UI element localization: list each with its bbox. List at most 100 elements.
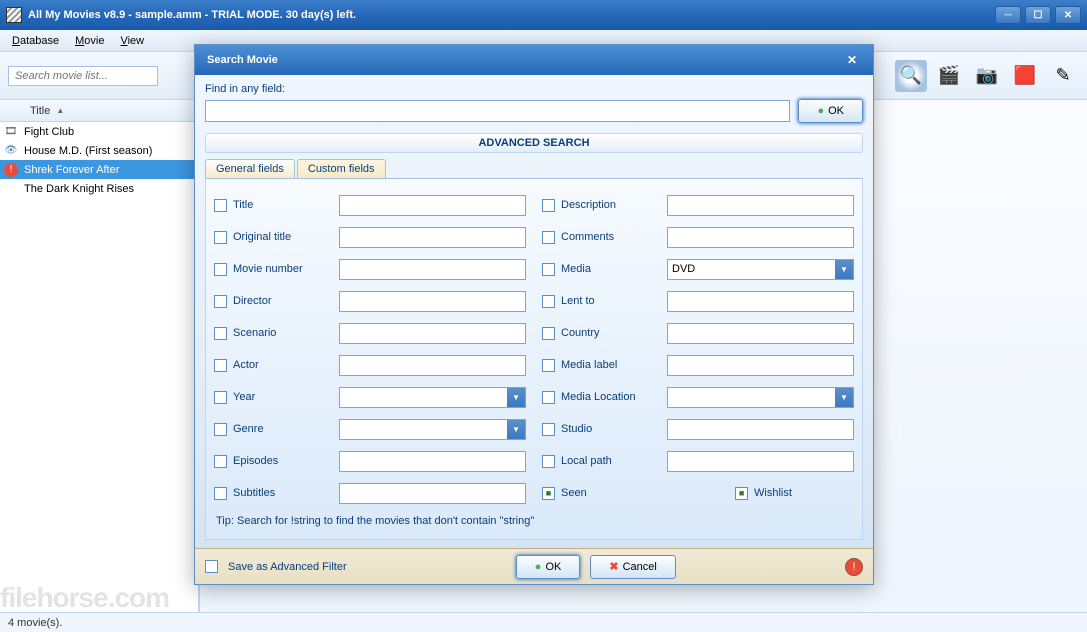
field-checkbox[interactable] bbox=[214, 295, 227, 308]
movie-row[interactable]: 👁House M.D. (First season) bbox=[0, 141, 198, 160]
field-input[interactable] bbox=[339, 195, 526, 216]
field-checkbox[interactable] bbox=[214, 263, 227, 276]
movie-name: Shrek Forever After bbox=[24, 164, 119, 176]
field-label: Local path bbox=[561, 455, 661, 467]
field-checkbox[interactable] bbox=[214, 199, 227, 212]
field-input[interactable] bbox=[339, 291, 526, 312]
dialog-cancel-button[interactable]: ✖ Cancel bbox=[590, 555, 675, 579]
field-input[interactable] bbox=[339, 227, 526, 248]
app-icon bbox=[6, 7, 22, 23]
field-label: Title bbox=[233, 199, 333, 211]
save-filter-checkbox[interactable] bbox=[205, 560, 218, 573]
field-label: Studio bbox=[561, 423, 661, 435]
close-button[interactable]: ✕ bbox=[1055, 6, 1081, 24]
field-input[interactable] bbox=[667, 291, 854, 312]
field-label: Movie number bbox=[233, 263, 333, 275]
field-actor: Actor bbox=[214, 349, 526, 381]
field-label: Year bbox=[233, 391, 333, 403]
find-ok-button[interactable]: ● OK bbox=[798, 99, 863, 123]
chevron-down-icon: ▼ bbox=[507, 388, 525, 407]
field-label: Description bbox=[561, 199, 661, 211]
field-title: Title bbox=[214, 189, 526, 221]
field-input[interactable] bbox=[339, 259, 526, 280]
field-checkbox[interactable] bbox=[214, 423, 227, 436]
field-genre: Genre▼ bbox=[214, 413, 526, 445]
alert-icon[interactable]: ! bbox=[845, 558, 863, 576]
field-input[interactable] bbox=[339, 451, 526, 472]
field-original-title: Original title bbox=[214, 221, 526, 253]
field-select[interactable]: ▼ bbox=[339, 419, 526, 440]
movie-name: Fight Club bbox=[24, 126, 74, 138]
field-media: Media DVD▼ bbox=[542, 253, 854, 285]
field-checkbox[interactable] bbox=[542, 295, 555, 308]
field-label: Episodes bbox=[233, 455, 333, 467]
field-checkbox[interactable] bbox=[214, 455, 227, 468]
image-add-icon[interactable]: 🟥 bbox=[1009, 60, 1041, 92]
field-label: Media bbox=[561, 263, 661, 275]
field-input[interactable] bbox=[339, 355, 526, 376]
field-lent-to: Lent to bbox=[542, 285, 854, 317]
menu-movie[interactable]: Movie bbox=[67, 33, 112, 49]
field-label: Actor bbox=[233, 359, 333, 371]
field-seen: SeenWishlist bbox=[542, 477, 854, 509]
dialog-ok-button[interactable]: ● OK bbox=[516, 555, 581, 579]
field-select[interactable]: DVD▼ bbox=[667, 259, 854, 280]
pencil-icon[interactable]: ✎ bbox=[1047, 60, 1079, 92]
list-header[interactable]: Title ▲ bbox=[0, 100, 198, 122]
search-icon[interactable]: 🔍 bbox=[895, 60, 927, 92]
field-checkbox[interactable] bbox=[542, 455, 555, 468]
dialog-close-button[interactable]: ✕ bbox=[843, 51, 861, 69]
edit-movie-icon[interactable]: 🎬 bbox=[933, 60, 965, 92]
minimize-button[interactable]: ─ bbox=[995, 6, 1021, 24]
field-input[interactable] bbox=[339, 483, 526, 504]
wishlist-checkbox[interactable] bbox=[735, 487, 748, 500]
field-checkbox[interactable] bbox=[214, 327, 227, 340]
field-input[interactable] bbox=[667, 355, 854, 376]
movie-row[interactable]: The Dark Knight Rises bbox=[0, 179, 198, 198]
field-input[interactable] bbox=[667, 227, 854, 248]
field-checkbox[interactable] bbox=[214, 487, 227, 500]
field-subtitles: Subtitles bbox=[214, 477, 526, 509]
field-input[interactable] bbox=[667, 451, 854, 472]
field-label: Comments bbox=[561, 231, 661, 243]
chevron-down-icon: ▼ bbox=[835, 388, 853, 407]
field-checkbox[interactable] bbox=[214, 231, 227, 244]
field-input[interactable] bbox=[667, 195, 854, 216]
seen-label: Seen bbox=[561, 487, 661, 499]
field-episodes: Episodes bbox=[214, 445, 526, 477]
field-label: Country bbox=[561, 327, 661, 339]
field-label: Media label bbox=[561, 359, 661, 371]
field-input[interactable] bbox=[667, 419, 854, 440]
field-select[interactable]: ▼ bbox=[667, 387, 854, 408]
tip-text: Tip: Search for !string to find the movi… bbox=[214, 509, 854, 529]
seen-checkbox[interactable] bbox=[542, 487, 555, 500]
field-select[interactable]: ▼ bbox=[339, 387, 526, 408]
menu-database[interactable]: Database bbox=[4, 33, 67, 49]
field-checkbox[interactable] bbox=[542, 359, 555, 372]
field-checkbox[interactable] bbox=[542, 423, 555, 436]
field-label: Lent to bbox=[561, 295, 661, 307]
movie-row[interactable]: !Shrek Forever After bbox=[0, 160, 198, 179]
field-input[interactable] bbox=[667, 323, 854, 344]
field-checkbox[interactable] bbox=[542, 231, 555, 244]
movie-row[interactable]: 🎞Fight Club bbox=[0, 122, 198, 141]
search-movie-dialog: Search Movie ✕ Find in any field: ● OK A… bbox=[194, 44, 874, 585]
field-comments: Comments bbox=[542, 221, 854, 253]
tab-custom-fields[interactable]: Custom fields bbox=[297, 159, 386, 178]
field-checkbox[interactable] bbox=[542, 199, 555, 212]
field-checkbox[interactable] bbox=[214, 391, 227, 404]
field-checkbox[interactable] bbox=[214, 359, 227, 372]
movie-name: House M.D. (First season) bbox=[24, 145, 152, 157]
field-checkbox[interactable] bbox=[542, 391, 555, 404]
find-input[interactable] bbox=[205, 100, 790, 122]
field-input[interactable] bbox=[339, 323, 526, 344]
movie-name: The Dark Knight Rises bbox=[24, 183, 134, 195]
field-local-path: Local path bbox=[542, 445, 854, 477]
field-checkbox[interactable] bbox=[542, 327, 555, 340]
menu-view[interactable]: View bbox=[112, 33, 152, 49]
search-input[interactable] bbox=[8, 66, 158, 86]
field-checkbox[interactable] bbox=[542, 263, 555, 276]
tab-general-fields[interactable]: General fields bbox=[205, 159, 295, 178]
camera-add-icon[interactable]: 📷 bbox=[971, 60, 1003, 92]
maximize-button[interactable]: ☐ bbox=[1025, 6, 1051, 24]
